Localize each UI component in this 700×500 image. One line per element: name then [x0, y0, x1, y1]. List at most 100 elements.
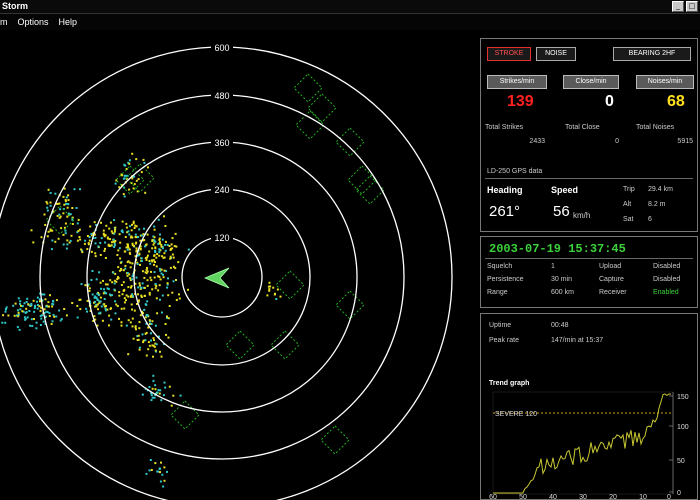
strike-point — [91, 293, 94, 296]
strike-point — [164, 243, 167, 246]
strike-point — [39, 309, 42, 312]
strike-point — [32, 241, 35, 244]
strike-point — [187, 288, 189, 291]
strike-point — [148, 291, 151, 294]
capture-value: Disabled — [653, 276, 681, 283]
strike-point — [131, 275, 134, 278]
strike-point — [124, 236, 127, 238]
strike-point — [28, 310, 31, 312]
peak-rate-label: Peak rate — [489, 337, 519, 344]
strike-point — [41, 314, 44, 317]
strike-point — [2, 314, 5, 317]
strike-point — [114, 182, 117, 185]
strike-point — [130, 229, 133, 232]
strike-point — [144, 271, 147, 274]
strike-point — [19, 308, 22, 311]
strike-point — [128, 188, 131, 191]
radar-display[interactable]: 600 480 360 240 120 — [0, 30, 478, 500]
strike-point — [155, 297, 158, 300]
strike-point — [86, 299, 89, 302]
strike-point — [143, 227, 145, 230]
strike-point — [135, 247, 138, 250]
minimize-button[interactable]: _ — [672, 1, 684, 12]
strike-point — [19, 300, 22, 303]
x-tick-30: 30 — [579, 494, 587, 500]
close-per-min-button[interactable]: Close/min — [563, 75, 619, 89]
strike-point — [279, 295, 282, 298]
maximize-button[interactable]: □ — [686, 1, 698, 12]
strike-point — [153, 339, 155, 342]
strike-point — [21, 305, 24, 308]
strike-point — [128, 248, 131, 251]
strike-point — [169, 257, 172, 260]
strike-point — [152, 259, 155, 262]
strike-point — [94, 296, 97, 299]
strike-point — [41, 293, 44, 296]
strike-point — [160, 461, 162, 464]
strike-point — [131, 262, 134, 265]
strike-point — [134, 326, 137, 329]
strike-point — [26, 316, 29, 319]
range-rings — [0, 46, 453, 500]
menu-item-help[interactable]: Help — [54, 14, 83, 30]
strike-point — [108, 314, 111, 317]
strike-point — [146, 233, 149, 236]
strike-point — [158, 242, 161, 245]
strike-point — [120, 307, 123, 310]
strike-point — [48, 315, 51, 317]
strike-point — [169, 249, 172, 251]
stroke-button[interactable]: STROKE — [487, 47, 531, 61]
strike-point — [45, 305, 48, 308]
strike-point — [66, 243, 69, 246]
menu-item-options[interactable]: Options — [13, 14, 54, 30]
strike-point — [266, 294, 269, 297]
strike-point — [4, 308, 7, 310]
strike-point — [66, 215, 69, 218]
strike-point — [122, 281, 125, 284]
strike-point — [114, 312, 117, 315]
strike-point — [62, 195, 65, 198]
strike-point — [40, 317, 43, 320]
strikes-per-min-button[interactable]: Strikes/min — [487, 75, 547, 89]
x-tick-60: 60 — [489, 494, 497, 500]
strike-point — [64, 200, 67, 203]
strike-point — [139, 286, 142, 289]
strike-point — [133, 245, 135, 248]
strike-point — [126, 243, 129, 246]
strike-point — [148, 319, 151, 322]
strike-point — [155, 343, 158, 346]
strike-point — [187, 248, 190, 251]
total-noises-label: Total Noises — [636, 124, 675, 131]
strike-point — [175, 299, 178, 301]
strike-point — [276, 288, 279, 291]
strike-point — [38, 305, 41, 308]
strike-point — [90, 233, 93, 235]
strike-point — [93, 221, 96, 224]
strike-point — [126, 248, 129, 251]
strike-point — [139, 263, 141, 266]
strike-point — [156, 253, 159, 256]
strike-point — [138, 252, 141, 255]
menu-item-file[interactable]: m — [0, 14, 13, 30]
strike-point — [273, 293, 276, 296]
strike-point — [147, 166, 149, 169]
strike-point — [112, 238, 115, 241]
strike-point — [33, 310, 36, 313]
strike-point — [160, 355, 163, 358]
strike-point — [98, 300, 101, 303]
strike-point — [150, 399, 153, 402]
strike-point — [144, 257, 147, 260]
strike-point — [89, 225, 92, 228]
strike-point — [146, 279, 149, 282]
gps-title: LD-250 GPS data — [487, 168, 543, 175]
x-tick-20: 20 — [609, 494, 617, 500]
strikes-rate-value: 139 — [507, 93, 534, 110]
noises-per-min-button[interactable]: Noises/min — [636, 75, 694, 89]
strike-point — [131, 325, 134, 328]
strike-point — [147, 348, 150, 351]
bearing-button[interactable]: BEARING 2HF — [613, 47, 691, 61]
noise-button[interactable]: NOISE — [536, 47, 576, 61]
strike-point — [66, 239, 69, 242]
strike-point — [97, 245, 100, 248]
strike-point — [143, 308, 146, 311]
